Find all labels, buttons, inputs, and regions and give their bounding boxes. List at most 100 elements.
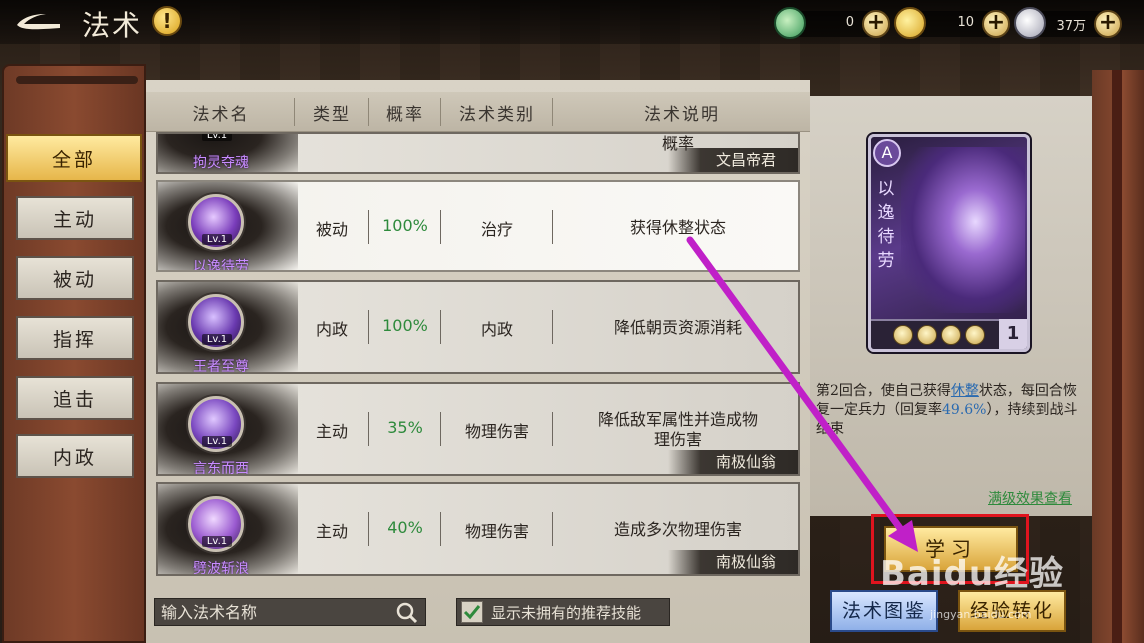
column-header-rate[interactable]: 概率 [370, 100, 440, 125]
card-skill-name: 以逸待劳 [877, 179, 895, 271]
skill-level: Lv.1 [202, 536, 232, 547]
column-divider [294, 98, 295, 126]
skill-source: 南极仙翁 [668, 550, 798, 574]
skill-name: 言东而西 [193, 461, 249, 476]
skill-rate: 35% [387, 418, 423, 437]
page-title: 法术 [82, 9, 143, 42]
sidebar-item-command[interactable]: 指挥 [16, 316, 134, 360]
show-unowned-toggle[interactable]: 显示未拥有的推荐技能 [456, 598, 670, 626]
add-jade-button[interactable]: + [862, 10, 890, 38]
sidebar-rail [16, 76, 138, 84]
skill-name: 王者至尊 [193, 359, 249, 374]
skill-type: 主动 [315, 422, 348, 441]
skill-description: 获得休整状态 [629, 218, 726, 237]
currency-value: 10 [957, 15, 974, 30]
cell-divider [368, 210, 369, 244]
cell-divider [440, 310, 441, 344]
add-silver-button[interactable]: + [1094, 10, 1122, 38]
skill-level: Lv.1 [202, 134, 232, 141]
column-divider [368, 98, 369, 126]
gold-coin-icon [894, 7, 926, 39]
skill-codex-button[interactable]: 法术图鉴 [830, 590, 938, 632]
top-bar: 法术 ! 0 + 10 + 37万 + [0, 0, 1144, 44]
skill-name: 劈波斩浪 [193, 561, 249, 576]
status-keyword-link[interactable]: 休整 [951, 383, 979, 399]
skill-category: 治疗 [480, 220, 513, 239]
currency-jade: 0 + [774, 7, 890, 39]
sidebar-item-internal[interactable]: 内政 [16, 434, 134, 478]
column-divider [552, 98, 553, 126]
checkbox[interactable] [461, 601, 483, 623]
skill-level: Lv.1 [202, 234, 232, 245]
skill-rate: 100% [382, 216, 428, 235]
star-icon [893, 325, 913, 345]
bookmark-ribbon [1112, 70, 1122, 643]
currency-value: 37万 [1056, 19, 1086, 34]
cell-divider [552, 512, 553, 546]
column-header-category[interactable]: 法术类别 [442, 100, 552, 125]
watermark-url: jingyan.baidu.com [930, 608, 1032, 621]
cell-divider [440, 210, 441, 244]
star-icon [941, 325, 961, 345]
list-item[interactable]: Lv.1 言东而西 主动 35% 物理伤害 降低敌军属性并造成物理伤害 南极仙翁 [156, 382, 800, 476]
back-arrow-icon [17, 14, 60, 30]
cell-divider [368, 512, 369, 546]
search-bar [154, 598, 426, 626]
cell-divider [440, 512, 441, 546]
sidebar-item-active[interactable]: 主动 [16, 196, 134, 240]
currency-value: 0 [845, 15, 854, 30]
skill-card: A 以逸待劳 1 [868, 134, 1030, 352]
skill-name: 拘灵夺魂 [193, 155, 249, 171]
add-gold-button[interactable]: + [982, 10, 1010, 38]
skill-category: 内政 [480, 320, 513, 339]
card-count: 1 [999, 319, 1027, 349]
skill-source: 南极仙翁 [668, 450, 798, 474]
skill-level: Lv.1 [202, 436, 232, 447]
star-icon [917, 325, 937, 345]
cell-divider [552, 310, 553, 344]
column-header-type[interactable]: 类型 [296, 100, 368, 125]
skill-category: 物理伤害 [464, 522, 529, 541]
skill-rate: 100% [382, 316, 428, 335]
skill-art [901, 147, 1025, 313]
skill-description: 造成多次物理伤害 [613, 520, 742, 539]
skill-type: 内政 [315, 320, 348, 339]
cell-divider [368, 310, 369, 344]
list-item-selected[interactable]: Lv.1 以逸待劳 被动 100% 治疗 获得休整状态 [156, 180, 800, 272]
effect-text-part: 第2回合，使自己获得 [816, 383, 951, 399]
back-button[interactable] [12, 6, 66, 38]
skill-category: 物理伤害 [464, 422, 529, 441]
search-input[interactable] [155, 599, 385, 625]
skill-rate: 40% [387, 518, 423, 537]
currency-gold: 10 + [894, 7, 1010, 39]
checkbox-label: 显示未拥有的推荐技能 [491, 603, 642, 622]
watermark-logo: Baidu经验 [880, 554, 1065, 594]
skill-source: 文昌帝君 [668, 148, 798, 172]
cell-divider [368, 412, 369, 446]
help-icon[interactable]: ! [152, 6, 182, 36]
grade-badge: A [873, 139, 901, 167]
book-edge [1092, 70, 1144, 643]
list-item[interactable]: Lv.1 劈波斩浪 主动 40% 物理伤害 造成多次物理伤害 南极仙翁 [156, 482, 800, 576]
sidebar-item-pursuit[interactable]: 追击 [16, 376, 134, 420]
search-icon[interactable] [395, 601, 419, 625]
cell-divider [552, 412, 553, 446]
skill-type: 主动 [315, 522, 348, 541]
skill-level: Lv.1 [202, 334, 232, 345]
skill-description: 降低朝贡资源消耗 [613, 318, 742, 337]
skill-type: 被动 [315, 220, 348, 239]
list-item[interactable]: Lv.1 拘灵夺魂 概率 文昌帝君 [156, 132, 800, 174]
skill-description: 降低敌军属性并造成物理伤害 [598, 410, 759, 449]
sidebar-item-all[interactable]: 全部 [6, 134, 142, 182]
max-level-effect-link[interactable]: 满级效果查看 [988, 488, 1072, 508]
skill-name: 以逸待劳 [193, 259, 249, 272]
jade-icon [774, 7, 806, 39]
silver-icon [1014, 7, 1046, 39]
checkmark-icon [463, 605, 481, 620]
list-item[interactable]: Lv.1 王者至尊 内政 100% 内政 降低朝贡资源消耗 [156, 280, 800, 374]
column-header-name[interactable]: 法术名 [156, 100, 286, 125]
sidebar-item-passive[interactable]: 被动 [16, 256, 134, 300]
star-icon [965, 325, 985, 345]
skill-effect-description: 第2回合，使自己获得休整状态，每回合恢复一定兵力（回复率49.6%），持续到战斗… [816, 382, 1088, 439]
currency-silver: 37万 + [1014, 7, 1122, 39]
